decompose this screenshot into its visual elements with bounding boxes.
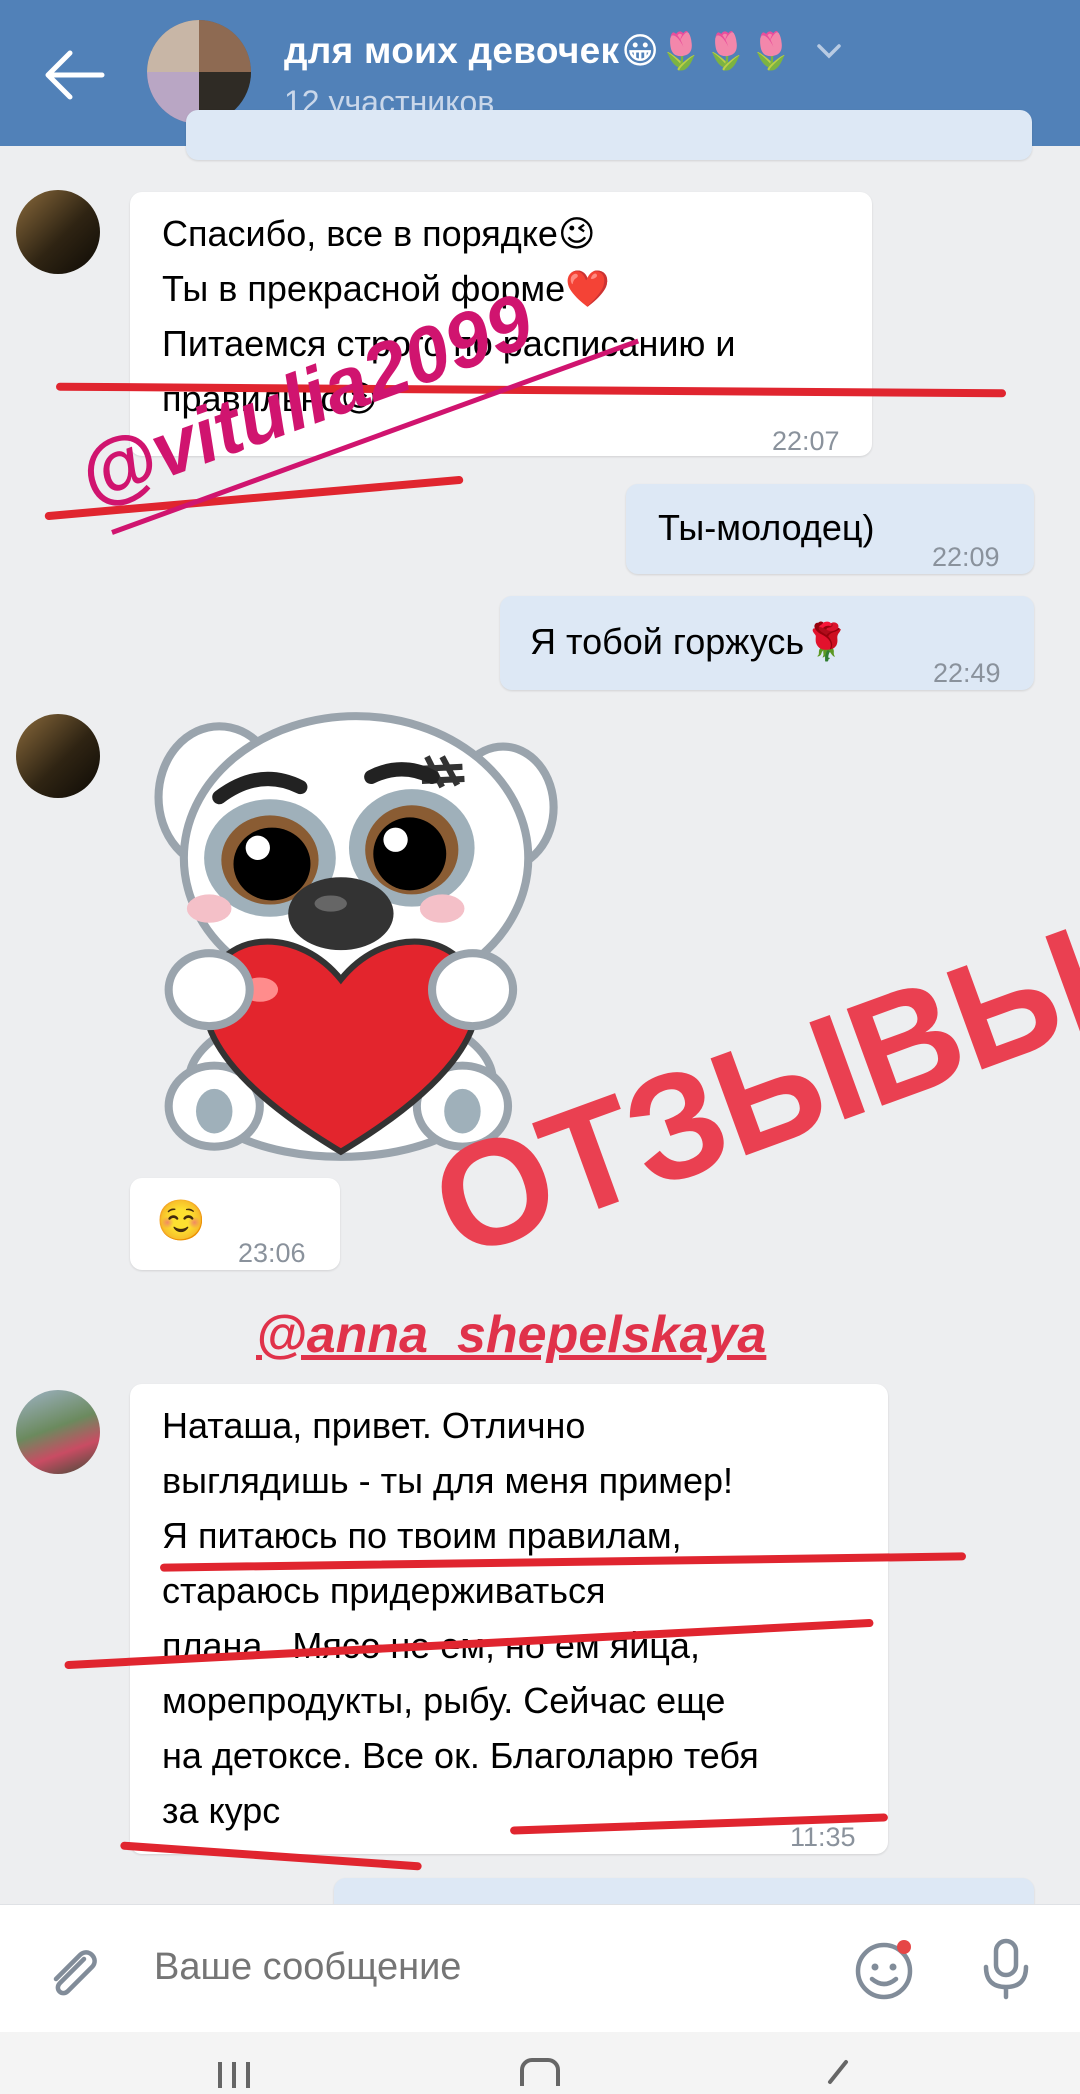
- sender-avatar[interactable]: [16, 190, 100, 274]
- group-avatar[interactable]: [147, 20, 251, 124]
- chat-title: для моих девочек: [284, 30, 620, 71]
- message-time: 23:06: [238, 1238, 306, 1268]
- back-nav-icon[interactable]: [822, 2058, 852, 2088]
- message-text: Наташа, привет. Отлично выглядишь - ты д…: [162, 1405, 759, 1831]
- microphone-icon[interactable]: [974, 1935, 1038, 2001]
- message-time: 22:09: [932, 542, 1000, 572]
- message-bubble[interactable]: Ты-молодец) 22:09: [626, 484, 1034, 574]
- anna-handle-overlay: @anna_shepelskaya: [256, 1306, 767, 1364]
- message-input[interactable]: [152, 1945, 756, 1990]
- message-text: ☺️: [156, 1199, 206, 1243]
- paperclip-icon[interactable]: [40, 1941, 104, 2005]
- system-nav-bar: [0, 2032, 1080, 2094]
- home-icon[interactable]: [518, 2056, 562, 2086]
- message-bubble[interactable]: ☺️ 23:06: [130, 1178, 340, 1270]
- message-bubble[interactable]: Я тобой горжусь🌹 22:49: [500, 596, 1034, 690]
- message-text: Я тобой горжусь🌹: [530, 621, 849, 662]
- recent-apps-icon[interactable]: [214, 2058, 254, 2088]
- message-time: 22:07: [772, 426, 840, 456]
- message-time: 22:49: [933, 658, 1001, 688]
- sender-avatar[interactable]: [16, 1390, 100, 1474]
- smiley-icon[interactable]: [852, 1937, 916, 2001]
- sender-avatar[interactable]: [16, 714, 100, 798]
- message-text: Ты-молодец): [658, 507, 875, 548]
- title-emoji: 😀🌷🌷🌷: [621, 30, 794, 71]
- back-arrow-icon[interactable]: [40, 45, 110, 105]
- message-bubble-partial: [186, 110, 1032, 160]
- message-input-bar: [0, 1904, 1080, 2033]
- chat-title-row[interactable]: для моих девочек 😀🌷🌷🌷: [284, 26, 843, 76]
- message-bubble[interactable]: Наташа, привет. Отлично выглядишь - ты д…: [130, 1384, 888, 1854]
- chevron-down-icon[interactable]: [815, 41, 843, 61]
